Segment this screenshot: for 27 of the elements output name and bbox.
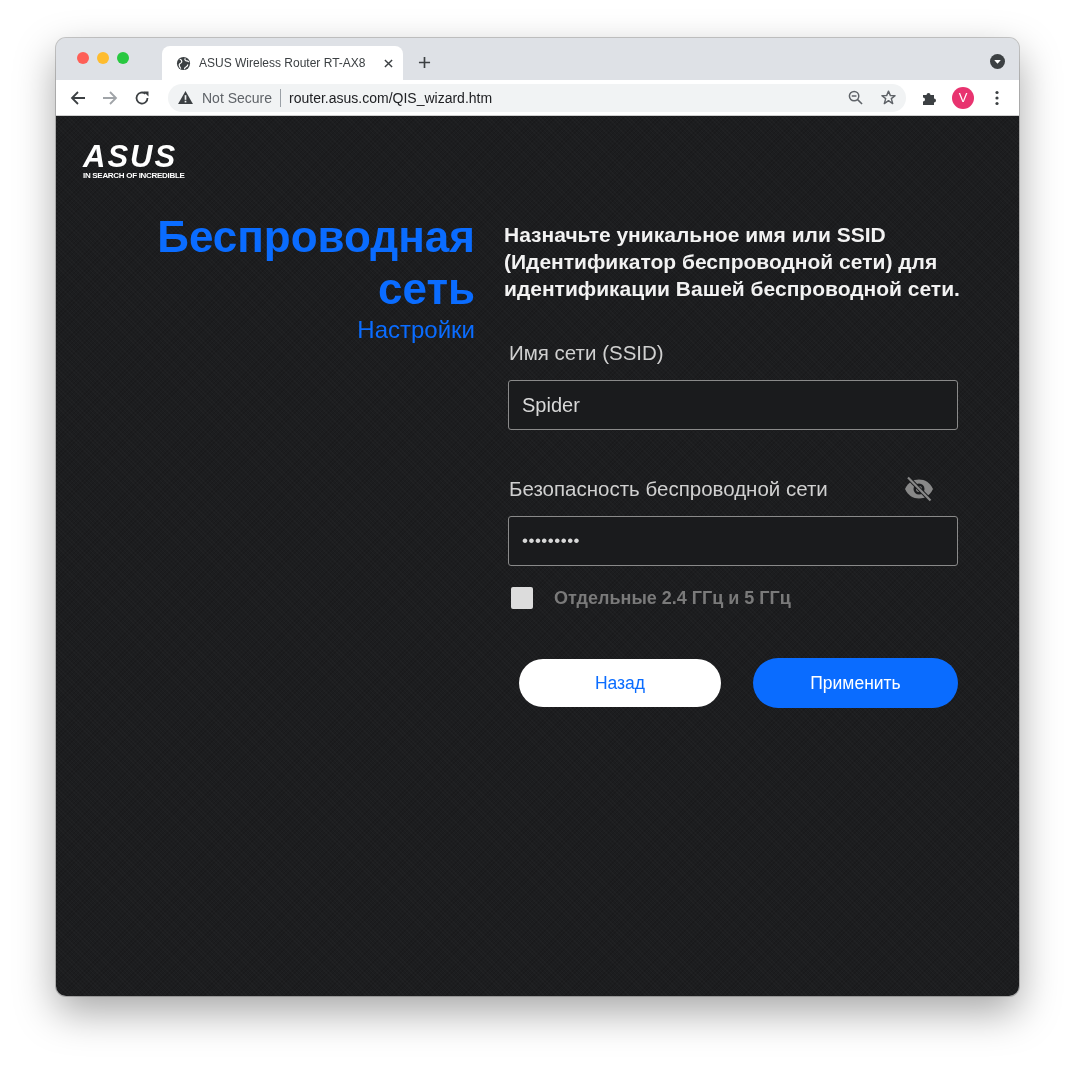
zoom-out-icon[interactable] bbox=[848, 90, 863, 105]
eye-slash-icon[interactable] bbox=[904, 476, 934, 502]
url-text: router.asus.com/QIS_wizard.htm bbox=[289, 89, 493, 106]
new-tab-icon[interactable] bbox=[418, 56, 431, 69]
page-subheading: Настройки bbox=[356, 316, 475, 344]
checkbox[interactable] bbox=[511, 587, 533, 609]
back-button[interactable]: Назад bbox=[519, 659, 721, 707]
field-label: Безопасность беспроводной сети bbox=[509, 477, 828, 501]
page-heading: Беспроводная сеть bbox=[156, 211, 475, 315]
apply-button[interactable]: Применить bbox=[753, 658, 958, 708]
profile-avatar[interactable]: V bbox=[952, 86, 974, 109]
instruction-text: Назначьте уникальное имя или SSID (Идентификатор беспроводной сети) для идентификации Вашей беспроводной сети. bbox=[504, 222, 961, 302]
close-tab-icon[interactable] bbox=[384, 58, 393, 68]
field-label: Имя сети (SSID) bbox=[509, 341, 664, 365]
logo-tagline: IN SEARCH OF INCREDIBLE bbox=[83, 171, 185, 181]
password-input[interactable]: ••••••••• bbox=[508, 516, 958, 566]
browser-tab[interactable]: ASUS Wireless Router RT-AX8 bbox=[162, 46, 403, 80]
logo-wordmark: ASUS bbox=[83, 145, 178, 169]
warning-icon bbox=[178, 91, 193, 104]
address-bar[interactable]: Not Secure router.asus.com/QIS_wizard.htm bbox=[168, 83, 906, 112]
star-icon[interactable] bbox=[881, 90, 896, 105]
checkbox-label: Отдельные 2.4 ГГц и 5 ГГц bbox=[554, 587, 791, 609]
globe-icon bbox=[176, 55, 191, 71]
ssid-input[interactable]: Spider bbox=[508, 380, 958, 430]
tab-title: ASUS Wireless Router RT-AX8 bbox=[199, 56, 367, 70]
security-label: Not Secure bbox=[202, 89, 273, 106]
tab-menu-icon[interactable] bbox=[990, 54, 1005, 69]
